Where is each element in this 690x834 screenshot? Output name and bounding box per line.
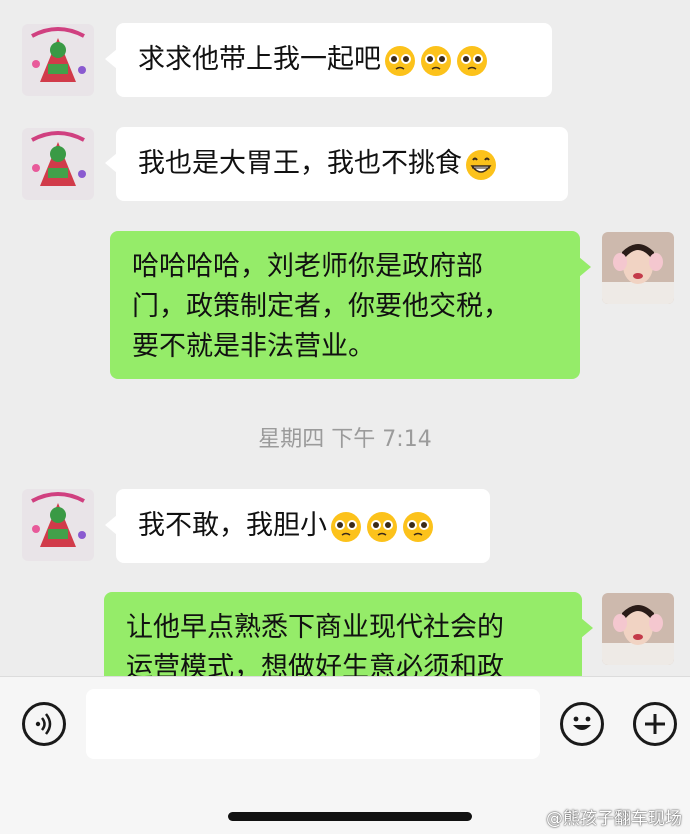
more-button[interactable] <box>633 702 677 746</box>
pleading-face-icon <box>457 46 487 76</box>
message-text-line: 让他早点熟悉下商业现代社会的 <box>126 612 504 643</box>
pleading-face-icon <box>403 512 433 542</box>
watermark: @熊孩子翻车现场 <box>546 809 682 829</box>
plus-icon <box>645 714 665 734</box>
message-text-line: 运营模式，想做好生意必须和政 <box>126 652 504 676</box>
message-text-line: 要不就是非法营业。 <box>132 331 375 362</box>
emoji-group <box>383 41 491 81</box>
contact-avatar[interactable] <box>22 128 94 200</box>
message-bubble[interactable]: 让他早点熟悉下商业现代社会的 运营模式，想做好生意必须和政 <box>104 592 593 676</box>
timestamp: 星期四 下午 7:14 <box>258 427 432 452</box>
message-text-line: 门，政策制定者，你要他交税， <box>132 291 510 322</box>
emoji-group <box>329 507 437 547</box>
my-avatar[interactable] <box>602 232 674 304</box>
voice-icon <box>35 713 52 735</box>
grinning-face-icon <box>466 150 496 180</box>
chat-area: 求求他带上我一起吧 我也是大胃王，我也不挑食 哈哈哈哈，刘老师你是政府部 门，政… <box>0 0 690 676</box>
message-text: 我也是大胃王，我也不挑食 <box>138 148 462 179</box>
pleading-face-icon <box>385 46 415 76</box>
message-input[interactable] <box>86 689 540 759</box>
pleading-face-icon <box>367 512 397 542</box>
my-avatar[interactable] <box>602 593 674 665</box>
home-indicator <box>228 812 472 821</box>
pleading-face-icon <box>421 46 451 76</box>
emoji-group <box>464 145 500 185</box>
emoji-button[interactable] <box>560 702 604 746</box>
message-bubble[interactable]: 哈哈哈哈，刘老师你是政府部 门，政策制定者，你要他交税， 要不就是非法营业。 <box>110 231 591 379</box>
message-bubble[interactable]: 我不敢，我胆小 <box>105 489 490 563</box>
message-text: 求求他带上我一起吧 <box>138 44 381 75</box>
contact-avatar[interactable] <box>22 24 94 96</box>
message-text: 我不敢，我胆小 <box>138 510 327 541</box>
message-bubble[interactable]: 我也是大胃王，我也不挑食 <box>105 127 568 201</box>
pleading-face-icon <box>331 512 361 542</box>
voice-button[interactable] <box>22 702 66 746</box>
emoji-icon <box>573 716 591 730</box>
message-text-line: 哈哈哈哈，刘老师你是政府部 <box>132 251 483 282</box>
message-bubble[interactable]: 求求他带上我一起吧 <box>105 23 552 97</box>
contact-avatar[interactable] <box>22 489 94 561</box>
